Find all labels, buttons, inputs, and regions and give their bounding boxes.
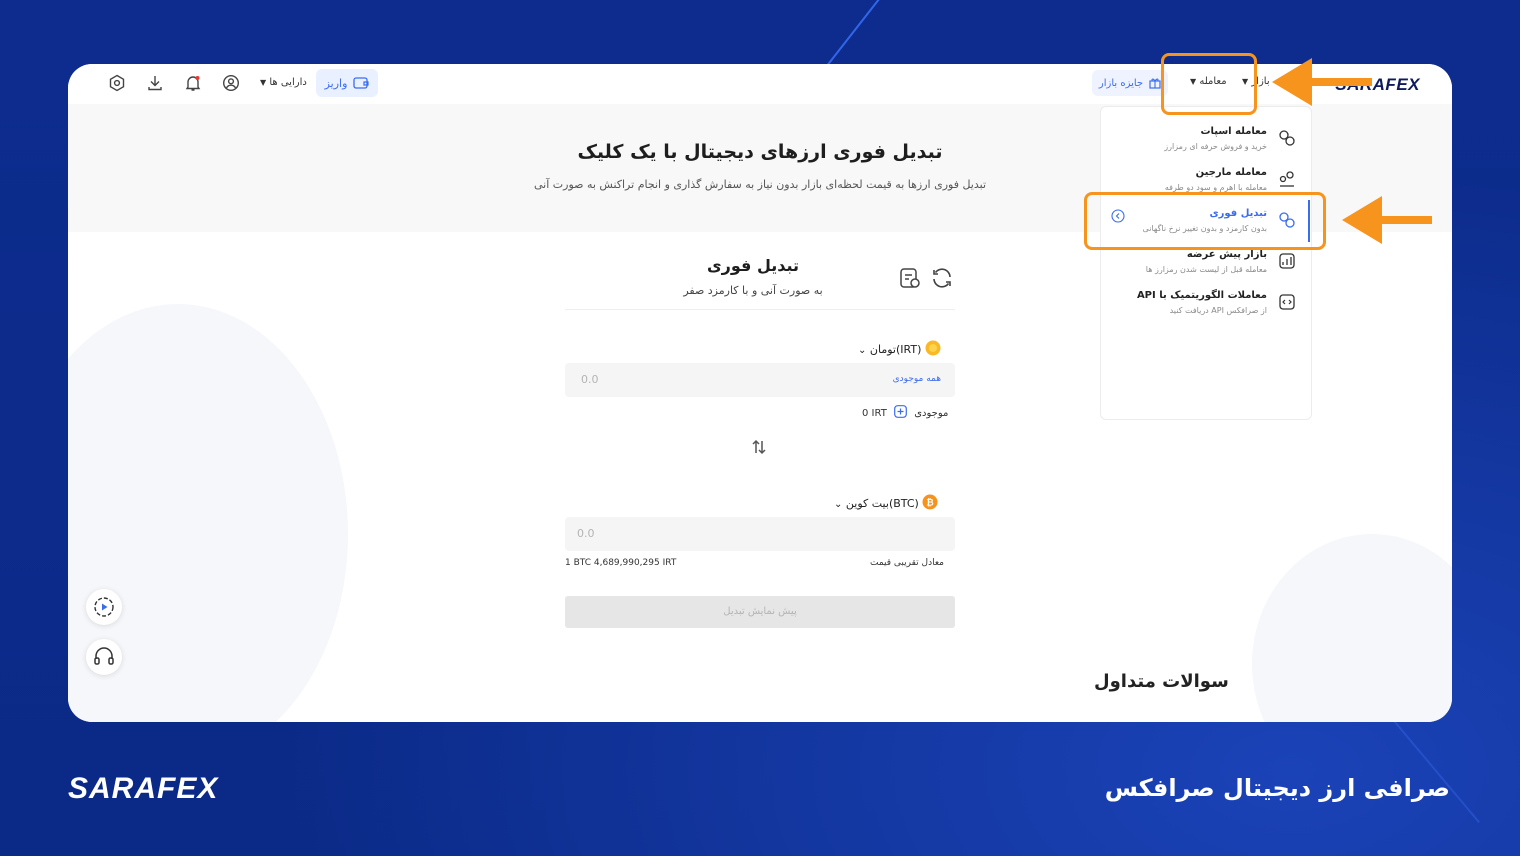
- decor-blob: [1252, 534, 1452, 722]
- app-window: ▼ دارایی ها واریز جایزه بازار ▼ معامله ▼…: [68, 64, 1452, 722]
- bell-icon[interactable]: [184, 74, 202, 92]
- menu-item-subtitle: معامله با اهرم و سود دو طرفه: [1164, 183, 1267, 192]
- balance-value: 0 IRT: [862, 408, 887, 419]
- to-currency-select[interactable]: ⌄ بیت کوین(BTC) ₿: [834, 494, 938, 510]
- headset-icon: [94, 647, 114, 665]
- play-icon: [94, 597, 114, 617]
- from-amount-placeholder: 0.0: [581, 373, 599, 386]
- rate-label: معادل تقریبی قیمت: [870, 558, 944, 568]
- menu-item-title: معامله اسپات: [1200, 126, 1267, 137]
- gift-icon: [1149, 78, 1161, 89]
- menu-item-prelaunch[interactable]: بازار پیش عرضه معامله قبل از لیست شدن رم…: [1105, 247, 1301, 283]
- faq-title: سوالات متداول: [1094, 671, 1229, 692]
- to-amount-placeholder: 0.0: [577, 527, 595, 540]
- add-funds-icon[interactable]: [894, 405, 907, 418]
- trade-dropdown: معامله اسپات خرید و فروش حرفه ای رمزارز …: [1100, 106, 1312, 420]
- highlight-trade-menu: [1161, 53, 1257, 115]
- menu-item-title: بازار پیش عرضه: [1186, 249, 1267, 260]
- bitcoin-icon: ₿: [922, 494, 938, 510]
- to-amount-field[interactable]: 0.0: [565, 517, 955, 551]
- svg-text:₿: ₿: [927, 498, 934, 509]
- prize-label: جایزه بازار: [1098, 77, 1144, 89]
- highlight-convert-item: [1084, 192, 1326, 250]
- footer-caption: صرافی ارز دیجیتال صرافکس: [1104, 774, 1450, 802]
- deposit-button[interactable]: واریز: [316, 69, 378, 97]
- rate-value: 1 BTC 4,689,990,295 IRT: [565, 558, 677, 568]
- spot-icon: [1279, 130, 1295, 146]
- from-amount-field[interactable]: 0.0 همه موجودی: [565, 363, 955, 397]
- assets-menu[interactable]: ▼ دارایی ها: [258, 77, 307, 88]
- menu-item-subtitle: خرید و فروش حرفه ای رمزارز: [1164, 142, 1267, 151]
- menu-item-spot[interactable]: معامله اسپات خرید و فروش حرفه ای رمزارز: [1105, 124, 1301, 160]
- balance-row: 0 IRT موجودی: [862, 405, 948, 419]
- video-guide-button[interactable]: [86, 589, 122, 625]
- assets-label: دارایی ها: [269, 77, 307, 88]
- support-button[interactable]: [86, 639, 122, 675]
- api-icon: [1279, 294, 1295, 310]
- swap-icon[interactable]: [750, 438, 768, 456]
- menu-item-api[interactable]: معاملات الگوریتمیک با API از صرافکس API …: [1105, 288, 1301, 324]
- settings-icon[interactable]: [108, 74, 126, 92]
- chevron-down-icon: ⌄: [834, 499, 843, 510]
- balance-label: موجودی: [914, 408, 949, 419]
- user-icon[interactable]: [222, 74, 240, 92]
- convert-subtitle: به صورت آنی و با کارمزد صفر: [683, 284, 823, 297]
- menu-item-title: معامله مارجین: [1195, 167, 1267, 178]
- menu-item-title: معاملات الگوریتمیک با API: [1136, 290, 1267, 301]
- margin-icon: [1279, 171, 1294, 187]
- toman-coin-icon: [925, 340, 941, 356]
- chart-icon: [1279, 253, 1295, 269]
- all-balance-button[interactable]: همه موجودی: [893, 374, 941, 384]
- menu-item-subtitle: معامله قبل از لیست شدن رمزارز ها: [1145, 265, 1267, 274]
- footer-logo: SARAFEX: [68, 772, 219, 805]
- wallet-icon: [353, 77, 370, 89]
- from-currency-label: تومان(IRT): [869, 343, 922, 356]
- market-prize-button[interactable]: جایزه بازار: [1092, 70, 1168, 96]
- caret-down-icon: ▼: [260, 78, 267, 87]
- menu-item-subtitle: از صرافکس API دریافت کنید: [1169, 306, 1267, 315]
- from-currency-select[interactable]: ⌄ تومان(IRT): [858, 340, 941, 356]
- history-icon[interactable]: [898, 266, 922, 290]
- download-icon[interactable]: [146, 74, 164, 92]
- deposit-label: واریز: [324, 76, 348, 90]
- preview-convert-button[interactable]: پیش نمایش تبدیل: [565, 596, 955, 628]
- divider: [565, 309, 955, 310]
- chevron-down-icon: ⌄: [858, 345, 867, 356]
- refresh-icon[interactable]: [930, 266, 954, 290]
- convert-title: تبدیل فوری: [706, 256, 800, 275]
- to-currency-label: بیت کوین(BTC): [845, 497, 919, 510]
